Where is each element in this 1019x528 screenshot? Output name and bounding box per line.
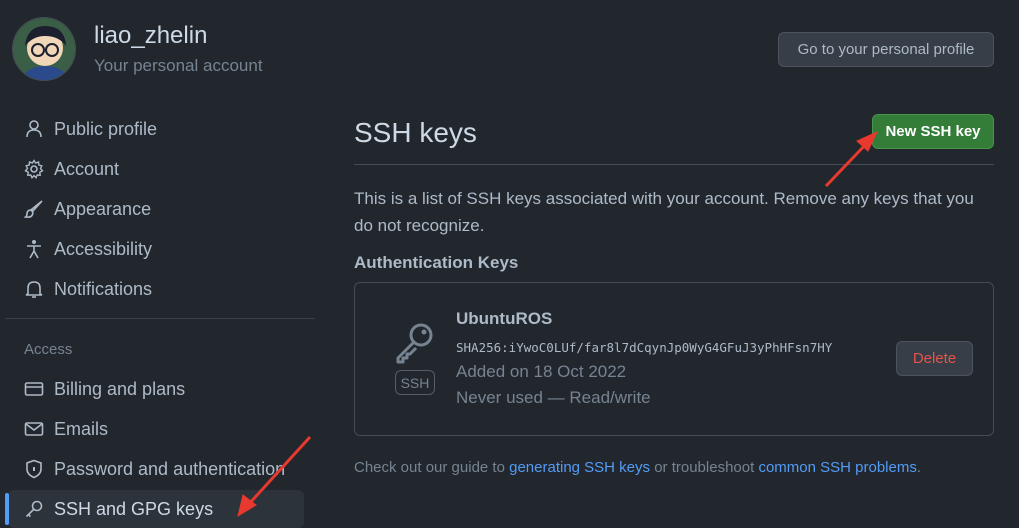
generating-ssh-keys-link[interactable]: generating SSH keys [509, 459, 650, 476]
page-title: SSH keys [354, 117, 477, 148]
sidebar-item-label: Accessibility [54, 238, 153, 259]
username: liao_zhelin [94, 22, 208, 49]
delete-key-button[interactable]: Delete [896, 341, 973, 376]
footer-prefix: Check out our guide to [354, 459, 505, 476]
key-type-badge: SSH [395, 370, 435, 395]
shield-lock-icon [24, 459, 44, 479]
sidebar-item-label: Password and authentication [54, 458, 286, 479]
arrow-to-new-ssh-key [824, 130, 879, 188]
sidebar-item-account[interactable]: Account [8, 150, 304, 188]
mail-icon [24, 419, 44, 439]
bell-icon [24, 279, 44, 299]
settings-page: liao_zhelin Your personal account Go to … [0, 0, 1019, 528]
key-title: UbuntuROS [456, 309, 553, 328]
sidebar-item-public-profile[interactable]: Public profile [8, 110, 304, 148]
avatar-image [13, 18, 75, 80]
key-fingerprint: SHA256:iYwoC0LUf/far8l7dCqynJp0WyG4GFuJ3… [456, 340, 833, 355]
sidebar-heading-access: Access [24, 341, 73, 358]
key-icon [392, 320, 438, 366]
sidebar-item-label: SSH and GPG keys [54, 498, 214, 519]
new-ssh-key-button[interactable]: New SSH key [872, 114, 994, 149]
go-to-profile-button[interactable]: Go to your personal profile [778, 32, 994, 67]
common-ssh-problems-link[interactable]: common SSH problems [758, 459, 916, 476]
sidebar-item-label: Billing and plans [54, 378, 186, 399]
gear-icon [24, 159, 44, 179]
person-icon [24, 119, 44, 139]
sidebar-item-label: Notifications [54, 278, 153, 299]
footer-middle: or troubleshoot [654, 459, 755, 476]
footer-suffix: . [916, 459, 922, 476]
sidebar-divider [5, 318, 315, 319]
title-divider [354, 164, 994, 165]
sidebar-item-ssh-gpg-keys[interactable]: SSH and GPG keys [8, 490, 304, 528]
key-added-date: Added on 18 Oct 2022 [456, 362, 627, 381]
avatar[interactable] [12, 17, 76, 81]
page-description: This is a list of SSH keys associated wi… [354, 189, 974, 235]
account-subtitle: Your personal account [94, 56, 263, 75]
sidebar-item-label: Emails [54, 418, 109, 439]
accessibility-icon [24, 239, 44, 259]
sidebar-item-emails[interactable]: Emails [8, 410, 304, 448]
sidebar-item-password-authentication[interactable]: Password and authentication [8, 450, 304, 488]
credit-card-icon [24, 379, 44, 399]
sidebar-item-label: Appearance [54, 198, 152, 219]
section-heading: Authentication Keys [354, 253, 519, 272]
sidebar-item-appearance[interactable]: Appearance [8, 190, 304, 228]
key-icon [24, 499, 44, 519]
sidebar-item-accessibility[interactable]: Accessibility [8, 230, 304, 268]
sidebar-item-label: Account [54, 158, 120, 179]
paintbrush-icon [24, 199, 44, 219]
footer-help-text: Check out our guide to generating SSH ke… [354, 459, 921, 476]
key-usage: Never used — Read/write [456, 388, 651, 407]
active-indicator [5, 493, 9, 525]
sidebar-item-billing[interactable]: Billing and plans [8, 370, 304, 408]
sidebar-item-notifications[interactable]: Notifications [8, 270, 304, 308]
sidebar-item-label: Public profile [54, 118, 158, 139]
